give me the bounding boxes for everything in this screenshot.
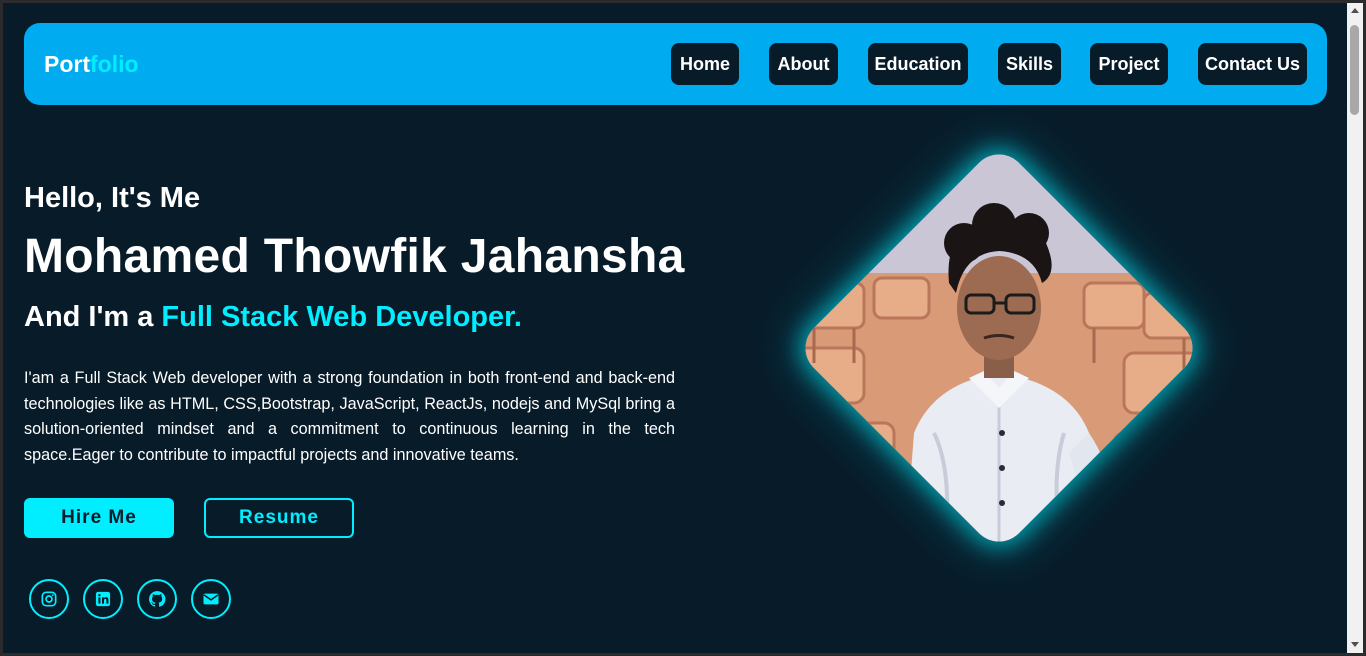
github-icon — [149, 591, 166, 607]
profile-photo — [793, 142, 1205, 554]
navbar: Portfolio Home About Education Skills Pr… — [24, 23, 1327, 105]
nav-contact-us[interactable]: Contact Us — [1198, 43, 1307, 85]
linkedin-link[interactable] — [83, 579, 123, 619]
nav-education[interactable]: Education — [868, 43, 968, 85]
nav-about[interactable]: About — [769, 43, 838, 85]
profile-photo-image — [793, 142, 1205, 554]
bio-paragraph: I'am a Full Stack Web developer with a s… — [24, 369, 675, 464]
email-link[interactable] — [191, 579, 231, 619]
logo-text: Port — [44, 51, 90, 77]
scroll-up-icon[interactable] — [1351, 8, 1359, 13]
linkedin-icon — [95, 591, 111, 607]
scroll-down-icon[interactable] — [1351, 642, 1359, 647]
nav-skills[interactable]: Skills — [998, 43, 1061, 85]
envelope-icon — [203, 593, 219, 605]
resume-button[interactable]: Resume — [204, 498, 354, 538]
name-heading: Mohamed Thowfik Jahansha — [24, 230, 685, 283]
github-link[interactable] — [137, 579, 177, 619]
role-heading: And I'm a Full Stack Web Developer. — [24, 301, 522, 334]
instagram-icon — [41, 591, 57, 607]
hire-me-button[interactable]: Hire Me — [24, 498, 174, 538]
nav-project[interactable]: Project — [1090, 43, 1168, 85]
page-viewport: Portfolio Home About Education Skills Pr… — [3, 3, 1347, 653]
logo-accent-text: folio — [90, 51, 139, 77]
instagram-link[interactable] — [29, 579, 69, 619]
logo[interactable]: Portfolio — [44, 51, 139, 78]
role-accent: Full Stack Web Developer. — [161, 301, 522, 333]
nav-home[interactable]: Home — [671, 43, 739, 85]
greeting-heading: Hello, It's Me — [24, 182, 201, 214]
scroll-thumb[interactable] — [1350, 25, 1359, 115]
role-prefix: And I'm a — [24, 301, 162, 333]
vertical-scrollbar[interactable] — [1347, 3, 1363, 653]
